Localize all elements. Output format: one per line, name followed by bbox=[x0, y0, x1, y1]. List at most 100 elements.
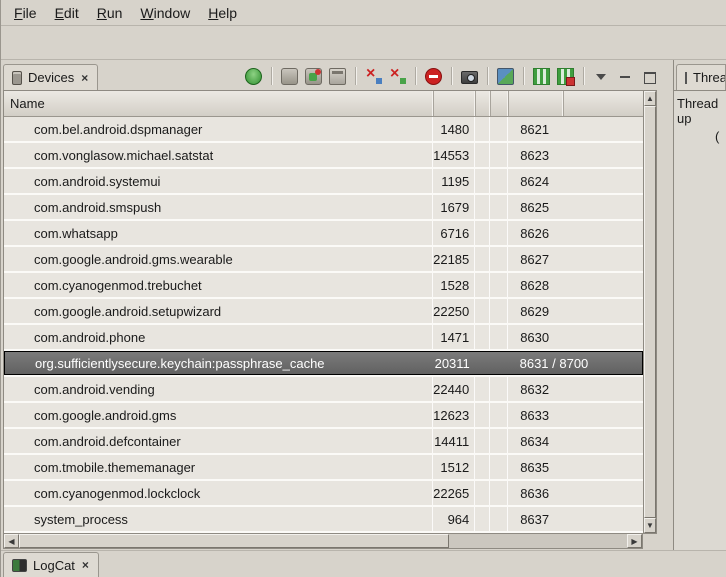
minimize-icon[interactable] bbox=[617, 68, 634, 85]
column-header-c4[interactable] bbox=[491, 91, 509, 116]
cause-gc-icon[interactable] bbox=[329, 68, 346, 85]
vertical-scrollbar-thumb[interactable] bbox=[644, 106, 656, 518]
empty-cell bbox=[475, 481, 490, 505]
method-profiling-icon[interactable] bbox=[389, 68, 406, 85]
menu-file[interactable]: File bbox=[5, 2, 46, 24]
pid-cell: 12623 bbox=[433, 403, 475, 427]
tab-logcat[interactable]: LogCat × bbox=[3, 552, 99, 577]
table-row[interactable]: com.vonglasow.michael.satstat145538623 bbox=[4, 143, 643, 167]
pid-cell: 22185 bbox=[433, 247, 475, 271]
horizontal-scrollbar-thumb[interactable] bbox=[19, 534, 449, 548]
horizontal-scrollbar-track[interactable] bbox=[449, 534, 627, 548]
table-row[interactable]: com.tmobile.thememanager15128635 bbox=[4, 455, 643, 479]
process-name-cell: com.android.defcontainer bbox=[4, 429, 433, 453]
close-icon[interactable]: × bbox=[81, 558, 90, 572]
pid-cell: 22265 bbox=[433, 481, 475, 505]
table-row[interactable]: com.google.android.setupwizard222508629 bbox=[4, 299, 643, 323]
empty-cell bbox=[490, 455, 508, 479]
menubar: File Edit Run Window Help bbox=[1, 0, 726, 26]
update-threads-icon[interactable] bbox=[365, 68, 382, 85]
port-cell: 8633 bbox=[508, 403, 643, 427]
scroll-up-icon[interactable]: ▲ bbox=[644, 91, 656, 106]
close-icon[interactable]: × bbox=[80, 71, 89, 85]
tab-threads-label: Threads bbox=[693, 70, 726, 85]
table-row[interactable]: system_process9648637 bbox=[4, 507, 643, 531]
port-cell: 8636 bbox=[508, 481, 643, 505]
empty-cell bbox=[475, 273, 490, 297]
menu-edit[interactable]: Edit bbox=[46, 2, 88, 24]
port-cell: 8628 bbox=[508, 273, 643, 297]
table-row[interactable]: com.android.phone14718630 bbox=[4, 325, 643, 349]
start-profiling-icon[interactable] bbox=[533, 68, 550, 85]
scroll-left-icon[interactable]: ◀ bbox=[4, 534, 19, 548]
table-header[interactable]: Name bbox=[4, 91, 643, 117]
pid-cell: 22250 bbox=[433, 299, 475, 323]
column-header-rest bbox=[564, 91, 643, 116]
maximize-icon[interactable] bbox=[641, 68, 658, 85]
tab-devices[interactable]: Devices × bbox=[3, 64, 98, 90]
toolbar-separator bbox=[487, 67, 488, 85]
table-row[interactable]: com.android.systemui11958624 bbox=[4, 169, 643, 193]
empty-cell bbox=[490, 352, 508, 374]
empty-cell bbox=[490, 403, 508, 427]
table-row[interactable]: com.android.vending224408632 bbox=[4, 377, 643, 401]
process-name-cell: com.vonglasow.michael.satstat bbox=[4, 143, 433, 167]
empty-cell bbox=[490, 429, 508, 453]
empty-cell bbox=[475, 221, 490, 245]
empty-cell bbox=[475, 507, 490, 531]
column-header-c3[interactable] bbox=[476, 91, 491, 116]
menu-window[interactable]: Window bbox=[131, 2, 199, 24]
port-cell: 8635 bbox=[508, 455, 643, 479]
threads-tabbar: Threads bbox=[674, 60, 726, 90]
process-name-cell: com.bel.android.dspmanager bbox=[4, 117, 433, 141]
toolbar-separator bbox=[415, 67, 416, 85]
port-cell: 8625 bbox=[508, 195, 643, 219]
column-header-port[interactable] bbox=[509, 91, 564, 116]
devices-view-toolbar bbox=[245, 67, 668, 90]
table-row[interactable]: com.cyanogenmod.trebuchet15288628 bbox=[4, 273, 643, 297]
menu-run[interactable]: Run bbox=[88, 2, 132, 24]
tab-threads[interactable]: Threads bbox=[676, 64, 726, 90]
table-row[interactable]: com.google.android.gms12623 8633 bbox=[4, 403, 643, 427]
pid-cell: 22440 bbox=[433, 377, 475, 401]
stop-process-icon[interactable] bbox=[425, 68, 442, 85]
pid-cell: 1528 bbox=[433, 273, 475, 297]
update-heap-icon[interactable] bbox=[281, 68, 298, 85]
table-row[interactable]: com.android.defcontainer144118634 bbox=[4, 429, 643, 453]
scroll-down-icon[interactable]: ▼ bbox=[644, 518, 656, 533]
vertical-scrollbar[interactable]: ▲ ▼ bbox=[643, 90, 657, 534]
threads-message: Thread up ( bbox=[674, 90, 726, 550]
table-row[interactable]: com.whatsapp67168626 bbox=[4, 221, 643, 245]
dump-hprof-icon[interactable] bbox=[305, 68, 322, 85]
table-row-selected[interactable]: org.sufficientlysecure.keychain:passphra… bbox=[4, 351, 643, 375]
process-name-cell: com.android.vending bbox=[4, 377, 433, 401]
process-name-cell: com.google.android.gms.wearable bbox=[4, 247, 433, 271]
empty-cell bbox=[475, 143, 490, 167]
column-header-pid[interactable] bbox=[434, 91, 476, 116]
stop-profiling-icon[interactable] bbox=[557, 68, 574, 85]
port-cell: 8621 bbox=[508, 117, 643, 141]
table-row[interactable]: com.bel.android.dspmanager14808621 bbox=[4, 117, 643, 141]
view-menu-icon[interactable] bbox=[593, 68, 610, 85]
hierarchy-view-icon[interactable] bbox=[497, 68, 514, 85]
debug-icon[interactable] bbox=[245, 68, 262, 85]
scroll-right-icon[interactable]: ▶ bbox=[627, 534, 642, 548]
pid-cell: 14553 bbox=[433, 143, 475, 167]
port-cell: 8630 bbox=[508, 325, 643, 349]
table-row[interactable]: com.cyanogenmod.lockclock222658636 bbox=[4, 481, 643, 505]
screen-capture-icon[interactable] bbox=[461, 71, 478, 84]
tab-logcat-label: LogCat bbox=[33, 558, 75, 573]
process-name-cell: com.google.android.gms bbox=[4, 403, 433, 427]
menu-help[interactable]: Help bbox=[199, 2, 246, 24]
column-header-name[interactable]: Name bbox=[4, 91, 434, 116]
empty-cell bbox=[490, 299, 508, 323]
process-name-cell: system_process bbox=[4, 507, 433, 531]
horizontal-scrollbar[interactable]: ◀ ▶ bbox=[3, 534, 643, 549]
pid-cell: 14411 bbox=[433, 429, 475, 453]
logcat-icon bbox=[12, 559, 27, 572]
pid-cell: 6716 bbox=[433, 221, 475, 245]
table-row[interactable]: com.android.smspush16798625 bbox=[4, 195, 643, 219]
empty-cell bbox=[490, 221, 508, 245]
table-rows: com.bel.android.dspmanager14808621com.vo… bbox=[4, 117, 643, 533]
table-row[interactable]: com.google.android.gms.wearable221858627 bbox=[4, 247, 643, 271]
